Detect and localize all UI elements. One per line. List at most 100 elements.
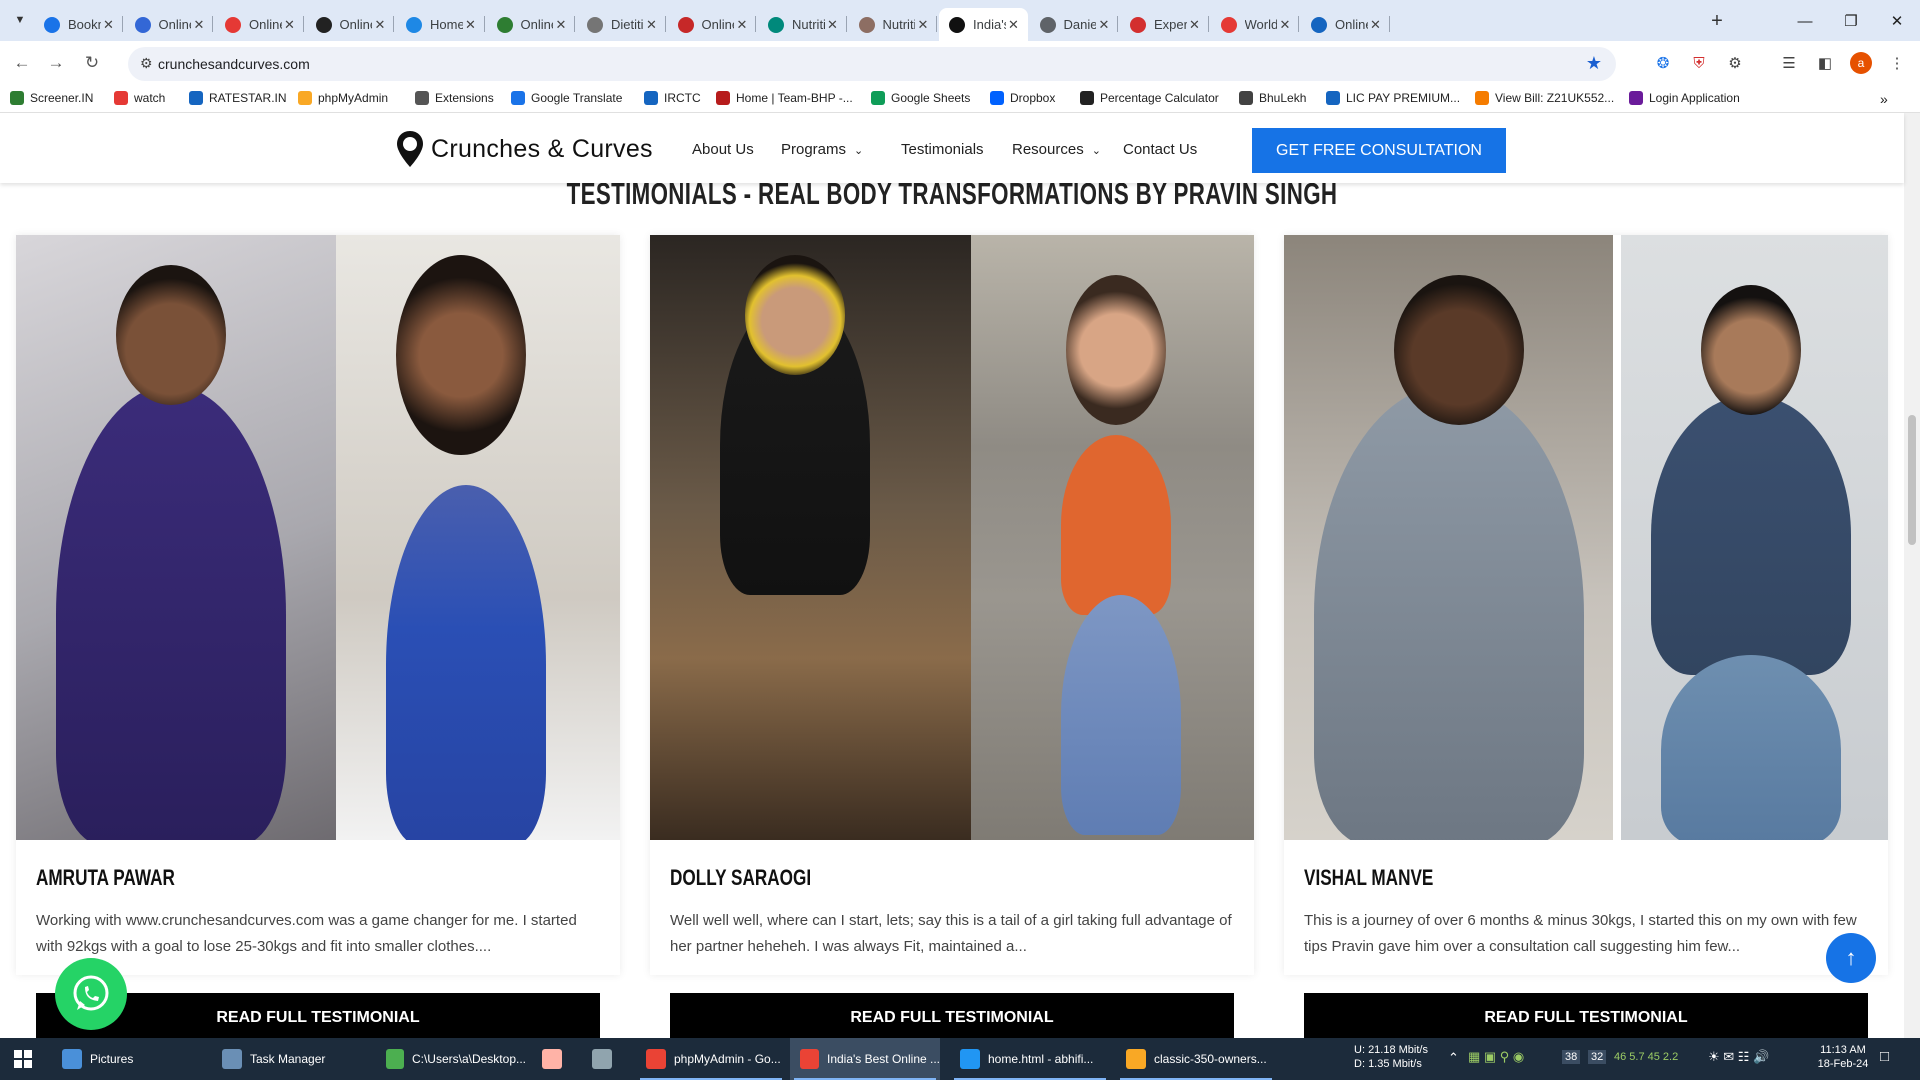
taskbar-app-button[interactable]: classic-350-owners... [1116, 1038, 1276, 1080]
reload-icon[interactable]: ↻ [80, 51, 104, 75]
bookmark-item[interactable]: Extensions [415, 91, 494, 105]
restore-icon[interactable]: ❐ [1831, 8, 1871, 34]
browser-tab[interactable]: Online✕ [1301, 8, 1390, 41]
close-tab-icon[interactable]: ✕ [282, 17, 298, 33]
show-hidden-icons-chevron-icon[interactable]: ⌃ [1448, 1051, 1459, 1065]
bookmark-item[interactable]: Dropbox [990, 91, 1055, 105]
bookmark-item[interactable]: Google Translate [511, 91, 622, 105]
taskbar-app-button[interactable]: phpMyAdmin - Go... [636, 1038, 786, 1080]
bookmark-item[interactable]: Home | Team-BHP -... [716, 91, 853, 105]
browser-tab[interactable]: Nutritic✕ [758, 8, 847, 41]
free-consultation-button[interactable]: GET FREE CONSULTATION [1252, 128, 1506, 173]
site-info-icon[interactable]: ⚙ [140, 55, 153, 72]
nav-testimonials[interactable]: Testimonials [901, 141, 984, 158]
taskbar-app-button[interactable] [582, 1038, 626, 1080]
close-tab-icon[interactable]: ✕ [1006, 17, 1022, 33]
nav-contact[interactable]: Contact Us [1123, 141, 1197, 158]
read-full-testimonial-button[interactable]: READ FULL TESTIMONIAL [670, 993, 1234, 1038]
profile-avatar[interactable]: a [1850, 52, 1872, 74]
bookmark-item[interactable]: watch [114, 91, 165, 105]
browser-tab[interactable]: Bookm✕ [34, 8, 123, 41]
close-tab-icon[interactable]: ✕ [191, 17, 207, 33]
browser-tab[interactable]: Nutritic✕ [849, 8, 937, 41]
forward-icon[interactable]: → [44, 51, 68, 75]
taskbar-app-button[interactable]: Task Manager [212, 1038, 362, 1080]
close-tab-icon[interactable]: ✕ [463, 17, 479, 33]
clock[interactable]: 11:13 AM 18-Feb-24 [1808, 1043, 1878, 1071]
extension-icon[interactable]: ❂ [1652, 52, 1674, 74]
taskbar-app-button[interactable]: C:\Users\a\Desktop... [376, 1038, 526, 1080]
browser-tab[interactable]: Online✕ [306, 8, 394, 41]
close-tab-icon[interactable]: ✕ [1368, 17, 1384, 33]
browser-tab[interactable]: Home |✕ [396, 8, 485, 41]
taskbar-app-button[interactable]: home.html - abhifi... [950, 1038, 1110, 1080]
page-scrollbar[interactable] [1904, 113, 1920, 1038]
close-tab-icon[interactable]: ✕ [1096, 17, 1112, 33]
bookmark-item[interactable]: Screener.IN [10, 91, 93, 105]
close-tab-icon[interactable]: ✕ [553, 17, 569, 33]
close-tab-icon[interactable]: ✕ [825, 17, 841, 33]
tray-badge[interactable]: 38 [1562, 1050, 1581, 1064]
before-after-photo[interactable] [650, 235, 1254, 840]
whatsapp-chat-button[interactable] [55, 958, 127, 1030]
site-logo[interactable]: Crunches & Curves [395, 129, 653, 169]
tab-divider [1117, 16, 1118, 32]
nav-resources[interactable]: Resources ⌄ [1012, 141, 1101, 158]
close-tab-icon[interactable]: ✕ [372, 17, 388, 33]
new-tab-button[interactable]: + [1704, 8, 1730, 34]
bookmark-item[interactable]: BhuLekh [1239, 91, 1306, 105]
close-tab-icon[interactable]: ✕ [101, 17, 117, 33]
browser-tab[interactable]: Online✕ [487, 8, 575, 41]
bookmark-item[interactable]: View Bill: Z21UK552... [1475, 91, 1614, 105]
shield-icon[interactable]: ⛨ [1688, 52, 1710, 74]
bookmark-item[interactable]: Percentage Calculator [1080, 91, 1219, 105]
back-icon[interactable]: ← [10, 51, 34, 75]
taskbar-app-button[interactable] [532, 1038, 576, 1080]
tray-app-icons[interactable]: ▦ ▣ ⚲ ◉ [1468, 1050, 1524, 1064]
bookmark-item[interactable]: RATESTAR.IN [189, 91, 287, 105]
tab-search-chevron-icon[interactable]: ▼ [10, 10, 30, 30]
close-tab-icon[interactable]: ✕ [734, 17, 750, 33]
browser-tab[interactable]: Experie✕ [1120, 8, 1209, 41]
more-bookmarks-chevron-icon[interactable]: » [1880, 91, 1888, 107]
media-control-icon[interactable]: ☰ [1778, 52, 1800, 74]
read-full-testimonial-button[interactable]: READ FULL TESTIMONIAL [1304, 993, 1868, 1038]
extensions-puzzle-icon[interactable]: ⚙ [1724, 52, 1746, 74]
close-tab-icon[interactable]: ✕ [1277, 17, 1293, 33]
minimize-icon[interactable]: — [1785, 8, 1825, 34]
side-panel-icon[interactable]: ◧ [1814, 52, 1836, 74]
close-tab-icon[interactable]: ✕ [915, 17, 931, 33]
back-to-top-button[interactable]: ↑ [1826, 933, 1876, 983]
taskbar-app-button[interactable]: India's Best Online ... [790, 1038, 940, 1080]
bookmark-item[interactable]: Login Application [1629, 91, 1740, 105]
before-after-photo[interactable] [16, 235, 620, 840]
scrollbar-thumb[interactable] [1908, 415, 1916, 545]
tray-system-icons[interactable]: ☀ ✉ ☷ 🔊 [1708, 1050, 1769, 1064]
browser-tab[interactable]: Online✕ [215, 8, 304, 41]
notification-icon[interactable]: □ [1880, 1049, 1889, 1064]
menu-kebab-icon[interactable]: ⋮ [1886, 52, 1908, 74]
browser-tab[interactable]: India's✕ [939, 8, 1028, 41]
tray-badge[interactable]: 32 [1588, 1050, 1607, 1064]
bookmark-item[interactable]: LIC PAY PREMIUM... [1326, 91, 1460, 105]
nav-about[interactable]: About Us [692, 141, 754, 158]
browser-tab[interactable]: Dietitia✕ [577, 8, 666, 41]
bookmark-star-icon[interactable]: ★ [1586, 53, 1602, 74]
close-window-icon[interactable]: ✕ [1877, 8, 1917, 34]
address-bar[interactable]: ⚙ crunchesandcurves.com ★ [128, 47, 1616, 81]
bookmark-item[interactable]: IRCTC [644, 91, 701, 105]
bookmark-item[interactable]: Google Sheets [871, 91, 970, 105]
browser-tab[interactable]: Daniel✕ [1030, 8, 1118, 41]
browser-tab[interactable]: Online✕ [668, 8, 756, 41]
close-tab-icon[interactable]: ✕ [644, 17, 660, 33]
nav-programs[interactable]: Programs ⌄ [781, 141, 863, 158]
before-after-photo[interactable] [1284, 235, 1888, 840]
browser-tab[interactable]: World ✕ [1211, 8, 1299, 41]
windows-start-icon[interactable] [0, 1038, 46, 1080]
tab-favicon-icon [496, 16, 513, 33]
url-text[interactable]: crunchesandcurves.com [158, 56, 310, 72]
bookmark-item[interactable]: phpMyAdmin [298, 91, 388, 105]
browser-tab[interactable]: Online✕ [125, 8, 213, 41]
close-tab-icon[interactable]: ✕ [1187, 17, 1203, 33]
taskbar-app-button[interactable]: Pictures [52, 1038, 202, 1080]
